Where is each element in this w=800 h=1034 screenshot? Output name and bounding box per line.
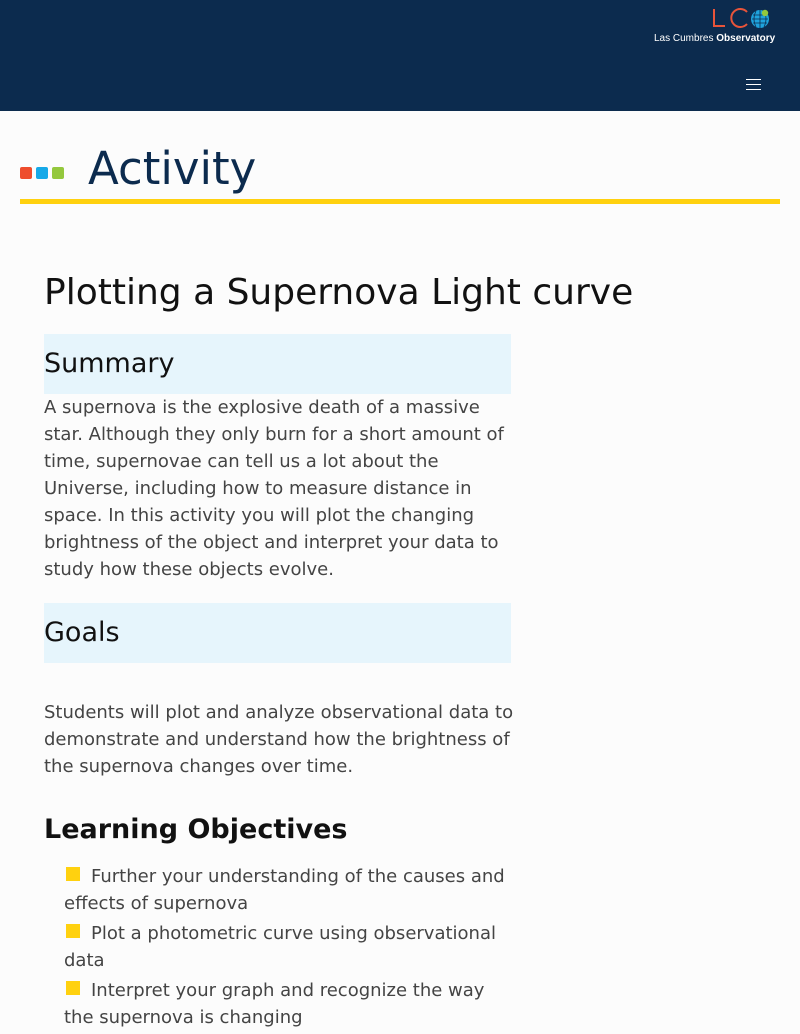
goals-header: Goals (44, 603, 511, 663)
summary-header: Summary (44, 334, 511, 394)
lco-logo[interactable]: Las Cumbres Observatory (652, 6, 775, 46)
logo-name-light: Las Cumbres (654, 33, 714, 44)
page-title: Plotting a Supernova Light curve (44, 272, 634, 313)
summary-text: A supernova is the explosive death of a … (44, 397, 504, 580)
square-bullet-icon (66, 924, 80, 938)
goals-heading: Goals (44, 617, 120, 648)
lco-logo-mark (713, 8, 769, 28)
hamburger-menu-icon[interactable] (744, 76, 764, 92)
logo-wordmark: Las Cumbres Observatory (654, 33, 775, 44)
logo-name-bold: Observatory (716, 33, 776, 44)
list-item: Plot a photometric curve using observati… (64, 920, 514, 974)
summary-heading: Summary (44, 348, 175, 379)
activity-heading: Activity (88, 142, 257, 195)
list-item-text: Plot a photometric curve using observati… (64, 923, 496, 971)
learning-objectives-heading: Learning Objectives (44, 814, 348, 845)
site-header: Las Cumbres Observatory (0, 0, 800, 111)
list-item-text: Further your understanding of the causes… (64, 866, 505, 914)
square-bullet-icon (66, 981, 80, 995)
square-bullet-icon (66, 867, 80, 881)
activity-underline (20, 199, 780, 204)
list-item: Further your understanding of the causes… (64, 863, 514, 917)
list-item-text: Interpret your graph and recognize the w… (64, 980, 485, 1028)
learning-objectives-list: Further your understanding of the causes… (64, 863, 514, 1034)
list-item: Interpret your graph and recognize the w… (64, 977, 514, 1031)
activity-banner: Activity (20, 140, 780, 206)
color-dot (20, 167, 32, 179)
goals-text: Students will plot and analyze observati… (44, 702, 514, 777)
color-dot (52, 167, 64, 179)
color-dot (36, 167, 48, 179)
